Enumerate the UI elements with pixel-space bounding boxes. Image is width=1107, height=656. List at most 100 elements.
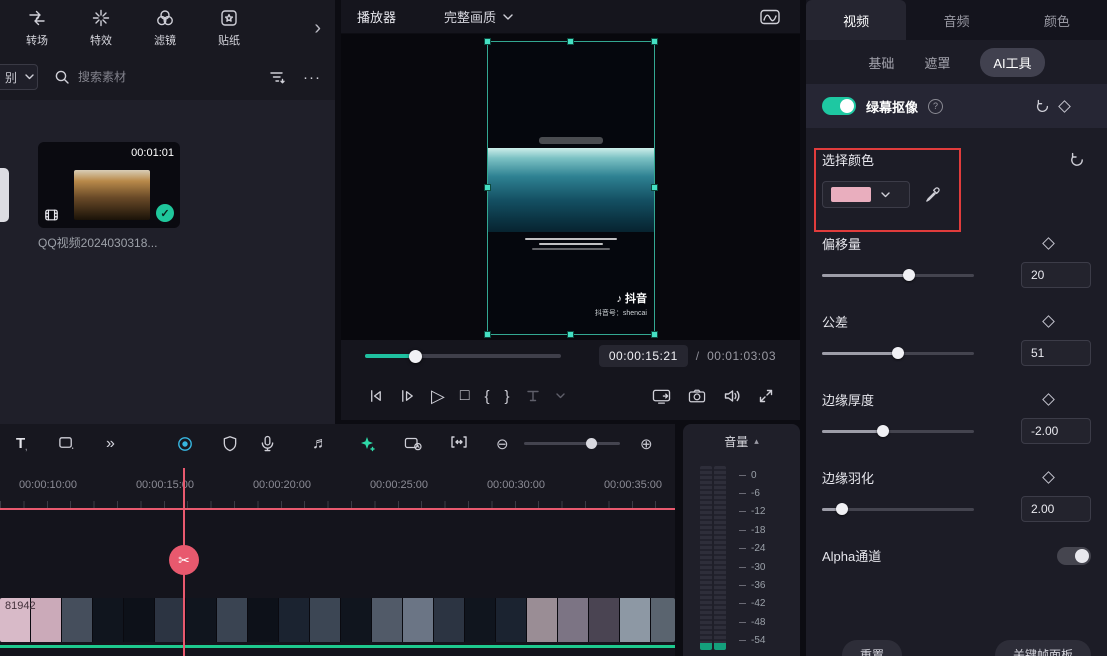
fit-timeline-icon[interactable]: [450, 435, 468, 449]
chevron-down-icon[interactable]: [556, 393, 565, 399]
slider-handle[interactable]: [892, 347, 904, 359]
snapshot-icon[interactable]: [688, 388, 706, 404]
seek-handle[interactable]: [409, 350, 422, 363]
next-frame-icon[interactable]: [399, 388, 416, 404]
microphone-icon[interactable]: [260, 435, 275, 452]
param-value-input[interactable]: [1021, 496, 1091, 522]
speaker-icon[interactable]: [723, 388, 741, 404]
fullscreen-icon[interactable]: [758, 388, 774, 404]
media-item-thumbnail[interactable]: 00:01:01 ✓: [38, 142, 180, 228]
zoom-in-icon[interactable]: ⊕: [640, 435, 653, 453]
color-dropdown[interactable]: [822, 181, 910, 208]
resize-handle[interactable]: [567, 38, 574, 45]
color-swatch: [831, 187, 871, 202]
resize-handle[interactable]: [651, 38, 658, 45]
play-icon[interactable]: ▷: [431, 386, 445, 407]
resize-handle[interactable]: [651, 184, 658, 191]
category-dropdown[interactable]: 别: [0, 64, 38, 90]
param-value-input[interactable]: [1021, 262, 1091, 288]
tool-filters[interactable]: 滤镜: [138, 8, 192, 48]
resize-handle[interactable]: [484, 184, 491, 191]
partial-media-item[interactable]: [0, 168, 9, 222]
media-item-name[interactable]: QQ视频2024030318...: [38, 234, 198, 251]
mark-clip-icon[interactable]: [525, 388, 541, 404]
edge-thickness-slider[interactable]: [822, 424, 974, 438]
collapse-arrow-icon[interactable]: ▴: [754, 436, 759, 447]
text-tool-icon[interactable]: T,: [16, 435, 27, 452]
param-value-input[interactable]: [1021, 340, 1091, 366]
zoom-slider-handle[interactable]: [586, 438, 597, 449]
video-clip[interactable]: [0, 598, 675, 642]
ruler-label: 00:00:30:00: [487, 479, 545, 491]
clip-tag: 81942: [5, 600, 36, 612]
keyframe-diamond-icon[interactable]: [1042, 471, 1055, 484]
timed-snapshot-icon[interactable]: [404, 435, 422, 451]
chroma-key-toggle[interactable]: [822, 97, 856, 115]
tab-color[interactable]: 颜色: [1007, 0, 1107, 40]
preview-canvas[interactable]: ♪ 抖音 抖音号：shencai: [341, 34, 800, 340]
more-icon[interactable]: ···: [303, 69, 321, 86]
tolerance-slider[interactable]: [822, 346, 974, 360]
tool-transitions[interactable]: 转场: [10, 8, 64, 48]
resize-handle[interactable]: [651, 331, 658, 338]
resize-handle[interactable]: [484, 38, 491, 45]
tool-label: 转场: [26, 32, 48, 48]
keyframe-diamond-icon[interactable]: [1042, 393, 1055, 406]
keyframe-diamond-icon[interactable]: [1058, 100, 1071, 113]
zoom-out-icon[interactable]: ⊖: [496, 435, 509, 453]
slider-handle[interactable]: [877, 425, 889, 437]
keyframe-diamond-icon[interactable]: [1042, 237, 1055, 250]
resize-handle[interactable]: [567, 331, 574, 338]
param-value-input[interactable]: [1021, 418, 1091, 444]
tool-effects[interactable]: 特效: [74, 8, 128, 48]
tab-audio[interactable]: 音频: [906, 0, 1006, 40]
subtab-basic[interactable]: 基础: [868, 53, 894, 72]
offset-slider[interactable]: [822, 268, 974, 282]
help-icon[interactable]: ?: [928, 99, 943, 114]
stop-icon[interactable]: □: [460, 387, 470, 405]
mark-out-icon[interactable]: }: [505, 388, 510, 405]
keyframe-diamond-icon[interactable]: [1042, 315, 1055, 328]
mark-in-icon[interactable]: {: [485, 388, 490, 405]
quality-dropdown[interactable]: 完整画质: [444, 7, 513, 26]
reset-icon[interactable]: [1035, 99, 1050, 114]
keyframe-panel-button[interactable]: 关键帧面板: [995, 640, 1091, 656]
subtab-ai-tools[interactable]: AI工具: [980, 48, 1044, 77]
resize-handle[interactable]: [484, 331, 491, 338]
eyedropper-icon[interactable]: [924, 186, 941, 203]
previous-frame-icon[interactable]: [367, 388, 384, 404]
mirror-display-icon[interactable]: [652, 388, 671, 405]
timeline-ruler[interactable]: 00:00:10:00 00:00:15:00 00:00:20:00 00:0…: [0, 468, 675, 508]
alpha-channel-toggle[interactable]: [1057, 547, 1091, 565]
alpha-channel-label: Alpha通道: [822, 546, 881, 565]
chroma-key-tool-icon[interactable]: [358, 435, 376, 453]
edge-feather-slider[interactable]: [822, 502, 974, 516]
shield-icon[interactable]: [222, 435, 238, 452]
more-tools-icon[interactable]: »: [106, 435, 116, 453]
color-reset-icon[interactable]: [1069, 152, 1085, 168]
track-top-line: [0, 508, 675, 510]
tool-stickers[interactable]: 贴纸: [202, 8, 256, 48]
search-input[interactable]: [78, 70, 198, 84]
pointer-tool-icon[interactable]: [176, 435, 194, 453]
element-tool-icon[interactable]: [58, 435, 75, 451]
filter-icon: [155, 8, 175, 28]
filter-sort-icon[interactable]: [268, 69, 285, 85]
reset-button[interactable]: 重置: [842, 640, 902, 656]
split-scissors-button[interactable]: ✂: [169, 545, 199, 575]
timeline-panel: T, » ♬ ⊖ ⊕ 00:00:10:00 00:00:15:0: [0, 424, 675, 656]
timeline-zoom-slider[interactable]: [524, 442, 620, 445]
current-timecode[interactable]: 00:00:15:21: [599, 345, 688, 367]
tab-video[interactable]: 视频: [806, 0, 906, 40]
asset-panel: 转场 特效 滤镜 贴纸 › 别: [0, 0, 335, 424]
preview-video[interactable]: ♪ 抖音 抖音号：shencai: [488, 42, 654, 334]
slider-handle[interactable]: [903, 269, 915, 281]
search-box[interactable]: [54, 69, 268, 85]
scopes-icon[interactable]: [756, 6, 784, 28]
subtab-mask[interactable]: 遮罩: [924, 53, 950, 72]
slider-handle[interactable]: [836, 503, 848, 515]
chevron-right-icon[interactable]: ›: [314, 17, 325, 40]
audio-track-line[interactable]: [0, 645, 675, 648]
seek-bar[interactable]: [365, 354, 561, 358]
music-tool-icon[interactable]: ♬: [312, 435, 328, 453]
